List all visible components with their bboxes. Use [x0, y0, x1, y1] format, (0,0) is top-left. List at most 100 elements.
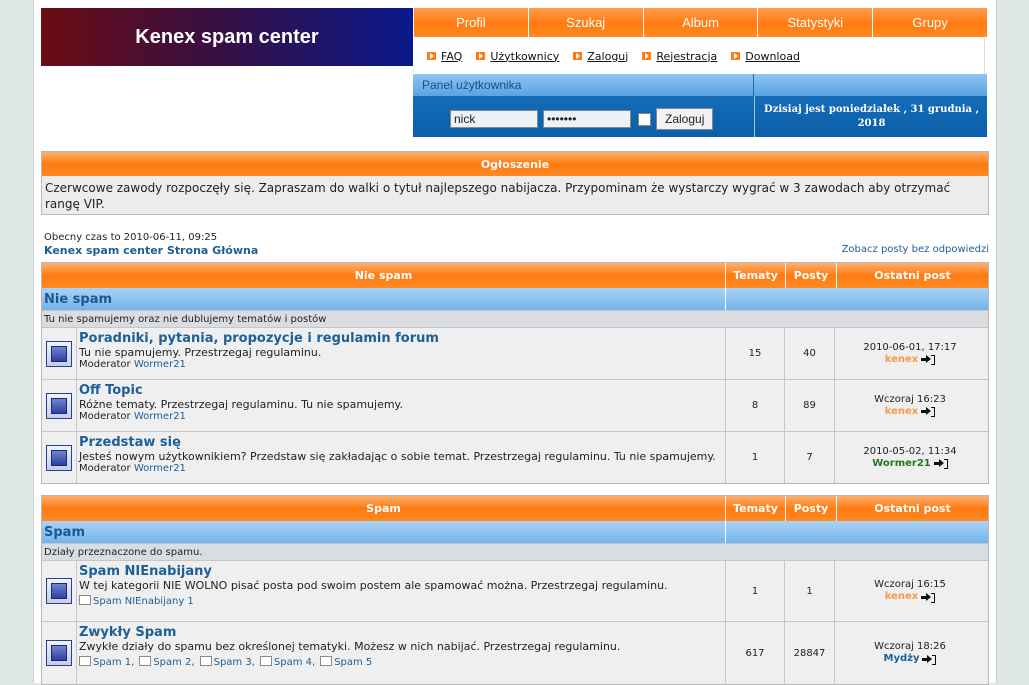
subforum-label[interactable]: Spam 4,	[274, 657, 315, 668]
password-input[interactable]: •••••••	[543, 110, 631, 128]
secondary-links: FAQ Użytkownicy Zaloguj Rejestracja Down…	[413, 38, 985, 74]
subforum-label[interactable]: Spam 5	[334, 657, 372, 668]
link-login[interactable]: Zaloguj	[573, 50, 628, 63]
subforum-link[interactable]: Spam NIEnabijany 1	[79, 595, 194, 607]
link-faq[interactable]: FAQ	[427, 50, 462, 63]
subforum-label[interactable]: Spam 2,	[153, 657, 194, 668]
goto-last-post-icon[interactable]	[922, 654, 937, 665]
arrow-icon	[642, 52, 652, 60]
nav-album[interactable]: Album	[642, 8, 758, 37]
nav-statystyki[interactable]: Statystyki	[757, 8, 873, 37]
forum-description: Zwykłe działy do spamu bez określonej te…	[79, 640, 621, 653]
forum-info: Obecny czas to 2010-06-11, 09:25 Kenex s…	[44, 232, 989, 257]
category-name[interactable]: Spam	[42, 521, 725, 543]
subforum-icon	[79, 595, 91, 605]
section-heading: Spam	[42, 496, 725, 521]
last-post-date: Wczoraj 18:26	[874, 641, 946, 652]
last-post-user[interactable]: kenex	[885, 591, 919, 603]
link-download[interactable]: Download	[731, 50, 800, 63]
forum-topic-count: 1	[725, 432, 784, 483]
subforum-link[interactable]: Spam 3,	[199, 656, 255, 668]
forum-info-cell: Przedstaw się Jesteś nowym użytkownikiem…	[76, 432, 725, 483]
link-users-label[interactable]: Użytkownicy	[490, 50, 559, 63]
last-post-user[interactable]: Wormer21	[872, 458, 931, 470]
category-description: Działy przeznaczone do spamu.	[42, 543, 988, 560]
forum-topic-count: 617	[725, 622, 784, 684]
user-panel: Panel użytkownika nick ••••••• Zaloguj D…	[413, 74, 987, 137]
moderator-link[interactable]: Wormer21	[134, 463, 186, 474]
forum-post-count: 89	[784, 380, 834, 431]
forum-last-post: 2010-05-02, 11:34 Wormer21	[834, 432, 985, 483]
section-header: Spam Tematy Posty Ostatni post	[42, 496, 988, 521]
last-post-user[interactable]: Mydży	[884, 653, 920, 665]
forum-row: Zwykły Spam Zwykłe działy do spamu bez o…	[42, 621, 988, 684]
nav-profil[interactable]: Profil	[413, 8, 528, 37]
forum-row: Poradniki, pytania, propozycje i regulam…	[42, 327, 988, 379]
goto-last-post-icon[interactable]	[921, 407, 936, 417]
forum-status-icon-cell	[42, 380, 76, 431]
moderator-link[interactable]: Wormer21	[134, 411, 186, 422]
folder-icon	[46, 640, 72, 666]
goto-last-post-icon[interactable]	[933, 459, 948, 469]
moderator-link[interactable]: Wormer21	[134, 359, 186, 370]
subforum-icon	[199, 656, 212, 666]
forum-title[interactable]: Off Topic	[79, 383, 723, 398]
nav-grupy[interactable]: Grupy	[872, 8, 987, 37]
link-login-label[interactable]: Zaloguj	[587, 50, 628, 63]
last-post-user[interactable]: kenex	[885, 354, 919, 366]
forum-title[interactable]: Zwykły Spam	[79, 625, 723, 640]
subforum-link[interactable]: Spam 4,	[259, 656, 315, 668]
category-row: Nie spam	[42, 288, 988, 310]
category-name[interactable]: Nie spam	[42, 288, 725, 310]
nav-szukaj[interactable]: Szukaj	[527, 8, 643, 37]
section-header: Nie spam Tematy Posty Ostatni post	[42, 263, 988, 288]
category-description: Tu nie spamujemy oraz nie dublujemy tema…	[42, 310, 988, 327]
date-line-2: 2018	[857, 117, 886, 129]
subforum-list: Spam NIEnabijany 1	[79, 595, 723, 607]
username-input[interactable]: nick	[450, 110, 538, 128]
arrow-icon	[731, 52, 741, 60]
subforum-label[interactable]: Spam 1,	[93, 657, 134, 668]
announcement-text: Czerwcowe zawody rozpoczęły się. Zaprasz…	[42, 176, 988, 214]
forum-topic-count: 1	[725, 561, 784, 621]
category-row: Spam	[42, 521, 988, 543]
link-faq-label[interactable]: FAQ	[441, 50, 462, 63]
goto-last-post-icon[interactable]	[921, 592, 936, 603]
forum-section-spam: Spam Tematy Posty Ostatni post Spam Dzia…	[41, 495, 989, 685]
user-panel-title-filler	[754, 74, 987, 96]
folder-icon	[46, 578, 72, 604]
link-register[interactable]: Rejestracja	[642, 50, 717, 63]
subforum-link[interactable]: Spam 5	[320, 656, 372, 668]
subforum-link[interactable]: Spam 2,	[139, 656, 195, 668]
subforum-list: Spam 1, Spam 2, Spam 3, Spam 4, Spam 5	[79, 656, 723, 668]
last-post-user[interactable]: kenex	[885, 406, 919, 418]
link-download-label[interactable]: Download	[745, 50, 800, 63]
current-date: Dzisiaj jest poniedziałek , 31 grudnia ,…	[754, 96, 988, 137]
site-logo[interactable]: Kenex spam center	[41, 8, 413, 66]
unanswered-link[interactable]: Zobacz posty bez odpowiedzi	[842, 244, 989, 255]
link-users[interactable]: Użytkownicy	[476, 50, 559, 63]
forum-status-icon-cell	[42, 622, 76, 684]
goto-last-post-icon[interactable]	[921, 355, 936, 365]
link-register-label[interactable]: Rejestracja	[656, 50, 717, 63]
forum-title[interactable]: Poradniki, pytania, propozycje i regulam…	[79, 331, 723, 346]
moderator-label: Moderator	[79, 359, 131, 370]
subforum-label[interactable]: Spam NIEnabijany 1	[93, 596, 194, 607]
last-post-date: Wczoraj 16:23	[874, 393, 946, 405]
page: Kenex spam center Profil Szukaj Album St…	[33, 0, 997, 685]
forum-title[interactable]: Przedstaw się	[79, 435, 723, 450]
subforum-label[interactable]: Spam 3,	[214, 657, 255, 668]
login-form: nick ••••••• Zaloguj	[450, 108, 714, 130]
top-navigation: Profil Szukaj Album Statystyki Grupy	[413, 8, 987, 38]
forum-last-post: Wczoraj 16:15 kenex	[834, 561, 985, 621]
forum-topic-count: 15	[725, 328, 784, 379]
remember-checkbox[interactable]	[638, 112, 651, 126]
forum-title[interactable]: Spam NIEnabijany	[79, 564, 723, 579]
folder-icon	[46, 444, 72, 471]
login-button[interactable]: Zaloguj	[656, 108, 714, 130]
subforum-link[interactable]: Spam 1,	[79, 656, 134, 668]
col-last-post: Ostatni post	[836, 496, 988, 521]
forum-section-nie-spam: Nie spam Tematy Posty Ostatni post Nie s…	[41, 262, 989, 484]
announcement-heading: Ogłoszenie	[42, 152, 988, 176]
moderator-label: Moderator	[79, 463, 131, 474]
